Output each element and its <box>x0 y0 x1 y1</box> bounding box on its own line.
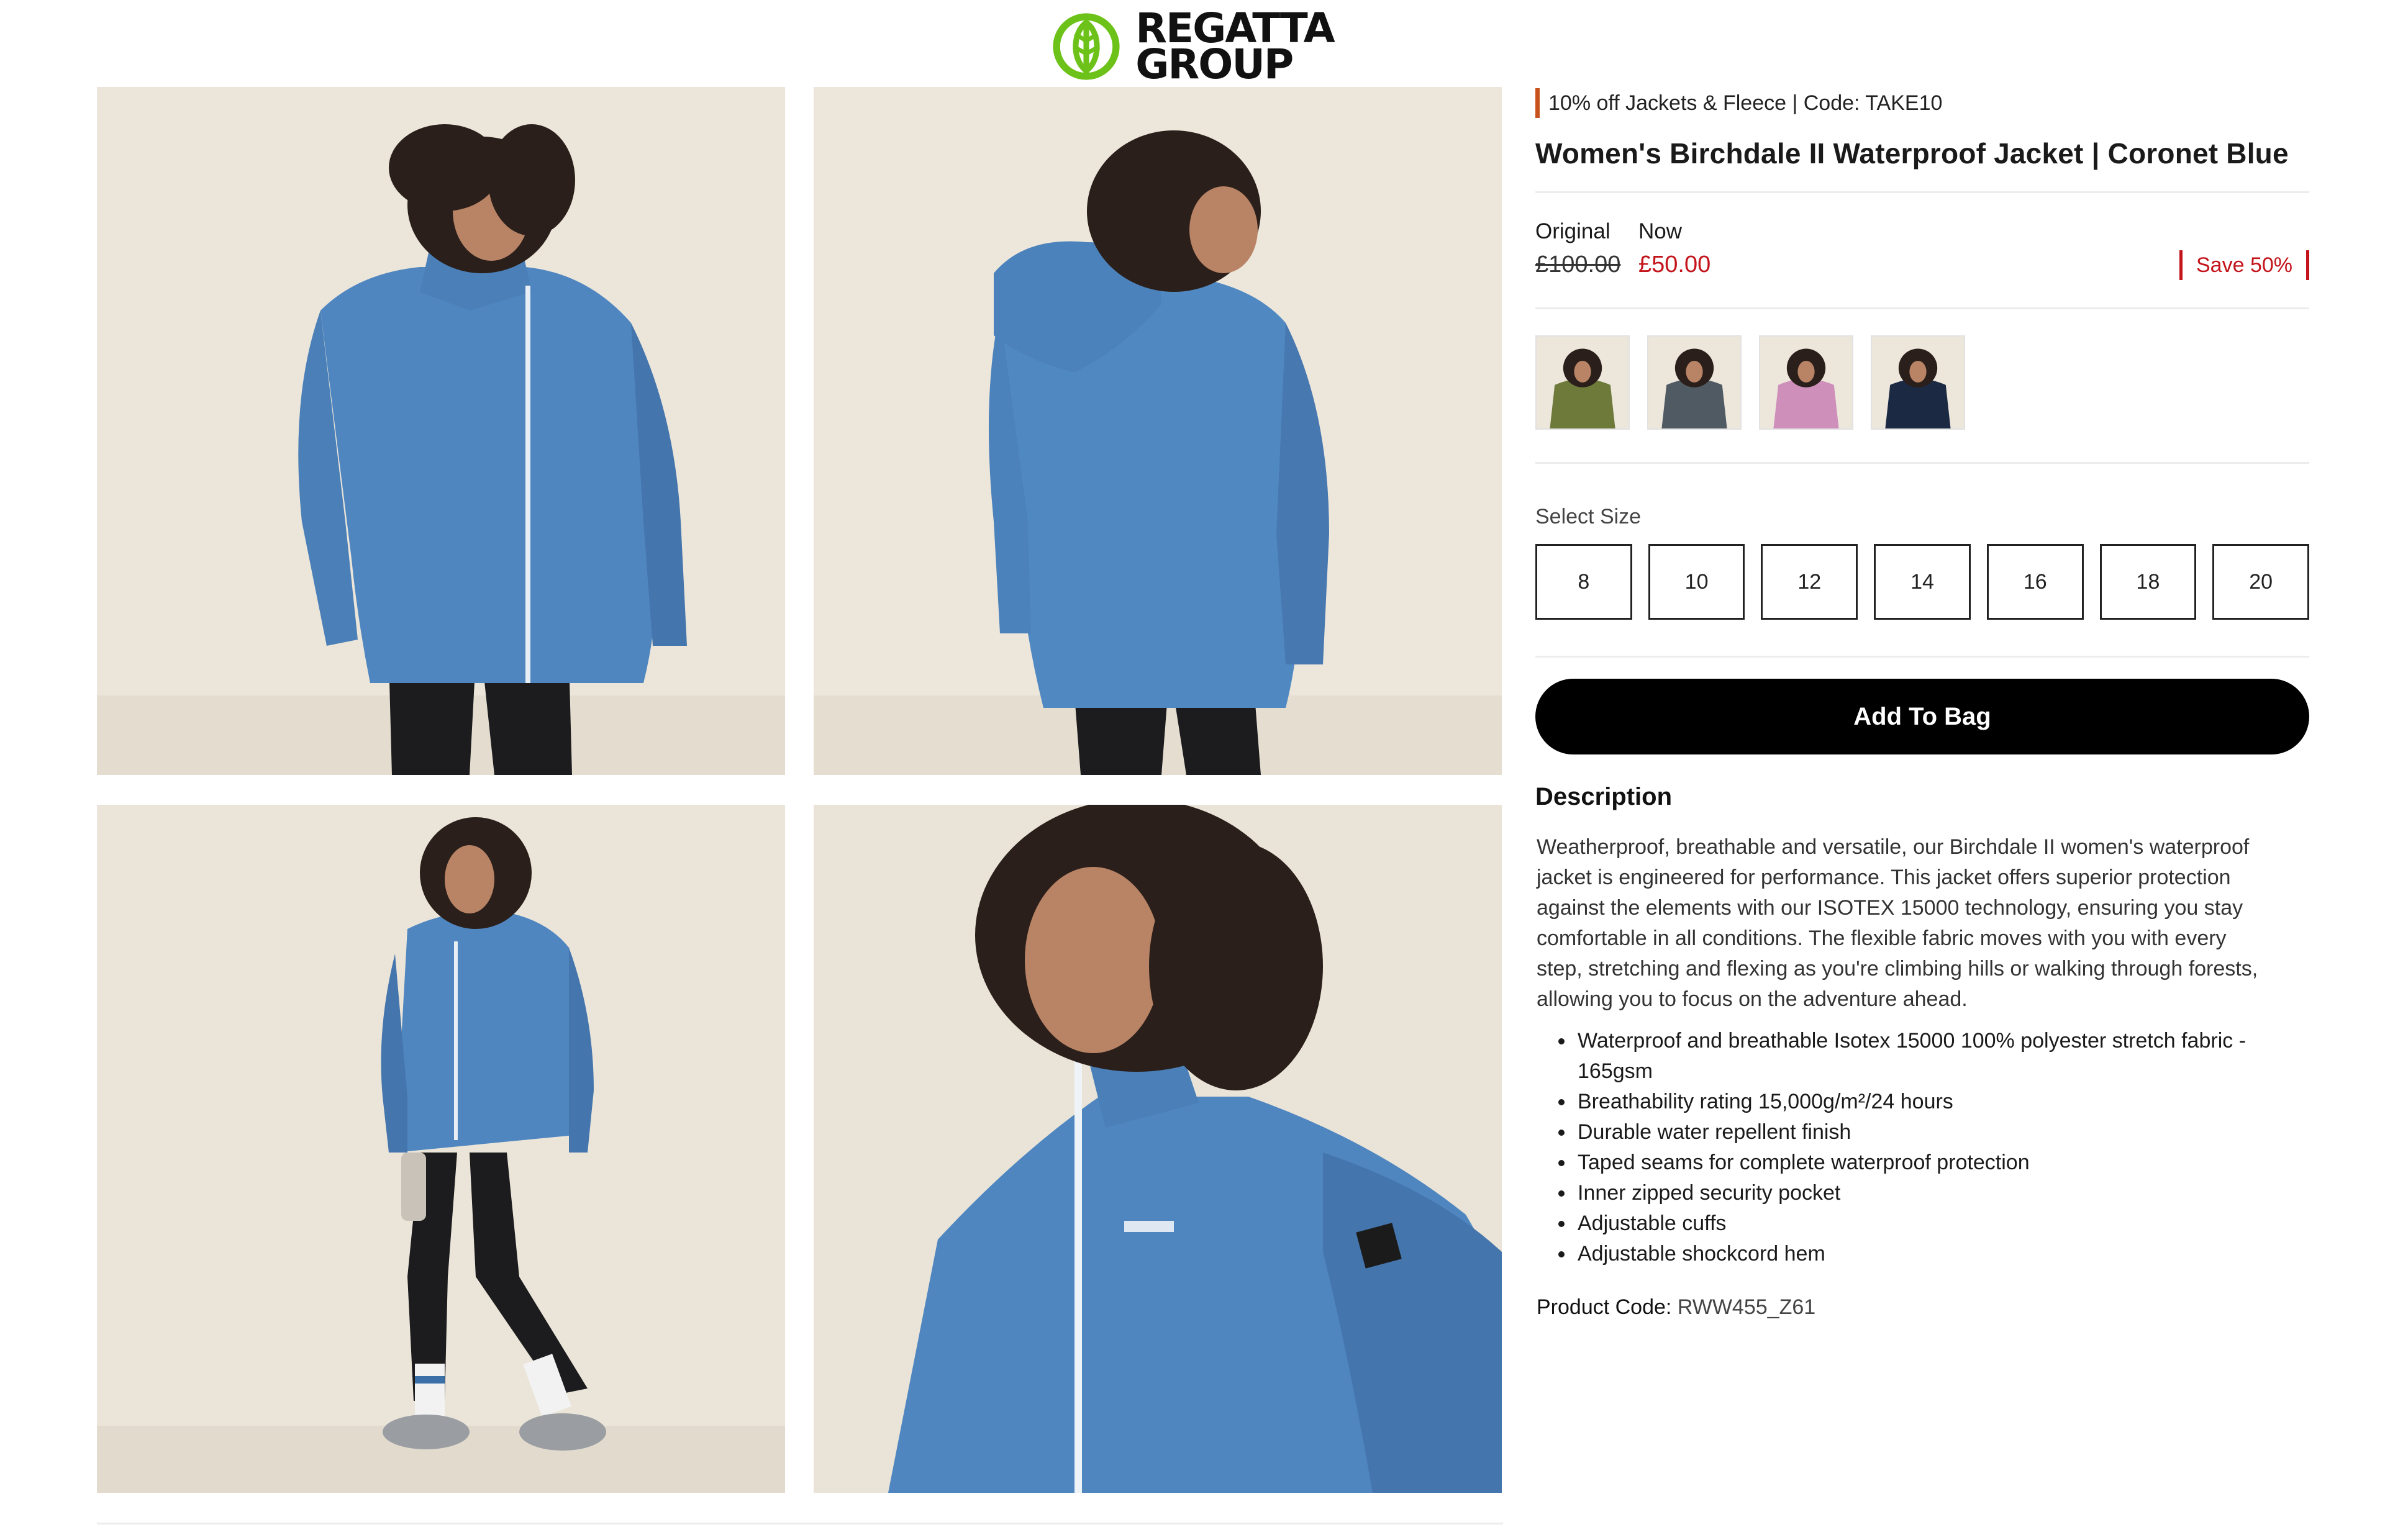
feature-item: Adjustable cuffs <box>1575 1208 2268 1239</box>
select-size-label: Select Size <box>1535 505 1642 528</box>
promo-accent-bar <box>1535 88 1540 118</box>
now-price-block: Now £50.00 <box>1638 219 1710 278</box>
divider <box>1535 462 2309 464</box>
logo-line-2: GROUP <box>1135 40 1294 88</box>
original-price: £100.00 <box>1535 251 1621 278</box>
product-image-collar-detail[interactable] <box>814 805 1502 1493</box>
now-price: £50.00 <box>1638 251 1711 278</box>
product-code-label: Product Code: <box>1537 1295 1672 1319</box>
save-badge: Save 50% <box>2179 250 2309 280</box>
logo-wordmark: REGATTA GROUP <box>1135 8 1335 88</box>
feature-item: Adjustable shockcord hem <box>1575 1239 2268 1269</box>
size-option-16[interactable]: 16 <box>1986 544 2084 620</box>
product-image-full-length[interactable] <box>97 805 785 1493</box>
feature-item: Breathability rating 15,000g/m²/24 hours <box>1575 1087 2268 1117</box>
size-option-8[interactable]: 8 <box>1535 544 1632 620</box>
product-code: Product Code: RWW455_Z61 <box>1535 1295 2309 1320</box>
swatch-pink[interactable] <box>1759 335 1853 430</box>
swatch-navy[interactable] <box>1871 335 1965 430</box>
description-heading: Description <box>1535 783 1673 810</box>
feature-item: Waterproof and breathable Isotex 15000 1… <box>1575 1026 2268 1087</box>
gallery-divider <box>97 1523 1503 1524</box>
product-details-panel: 10% off Jackets & Fleece | Code: TAKE10 … <box>1535 87 2310 1320</box>
divider <box>1535 307 2309 309</box>
regatta-logo[interactable]: REGATTA GROUP <box>1051 8 1335 88</box>
feature-list: Waterproof and breathable Isotex 15000 1… <box>1535 1026 2268 1269</box>
product-code-value: RWW455_Z61 <box>1677 1295 1816 1319</box>
size-option-14[interactable]: 14 <box>1874 544 1971 620</box>
swatch-olive[interactable] <box>1535 335 1630 430</box>
price-section: Original £100.00 Now £50.00 Save 50% <box>1535 193 2309 307</box>
size-option-18[interactable]: 18 <box>2099 544 2197 620</box>
size-selector: 8 10 12 14 16 18 20 <box>1535 544 2310 620</box>
size-option-12[interactable]: 12 <box>1761 544 1858 620</box>
size-option-20[interactable]: 20 <box>2212 544 2310 620</box>
product-image-back[interactable] <box>814 87 1502 775</box>
feature-item: Taped seams for complete waterproof prot… <box>1575 1148 2268 1178</box>
description-text: Weatherproof, breathable and versatile, … <box>1537 835 2258 1011</box>
divider <box>1535 656 2309 658</box>
leaf-globe-icon <box>1053 13 1120 80</box>
product-image-front[interactable] <box>97 87 785 775</box>
feature-item: Durable water repellent finish <box>1575 1117 2268 1148</box>
product-title: Women's Birchdale II Waterproof Jacket |… <box>1535 137 2289 170</box>
swatch-grey[interactable] <box>1647 335 1742 430</box>
original-price-label: Original <box>1535 219 1610 243</box>
now-price-label: Now <box>1638 219 1683 243</box>
promo-text: 10% off Jackets & Fleece | Code: TAKE10 <box>1548 91 1943 115</box>
promo-banner: 10% off Jackets & Fleece | Code: TAKE10 <box>1535 88 2309 118</box>
size-option-10[interactable]: 10 <box>1648 544 1745 620</box>
colour-swatches <box>1535 335 2309 430</box>
original-price-block: Original £100.00 <box>1535 219 1620 278</box>
header: REGATTA GROUP <box>0 0 2385 87</box>
add-to-bag-button[interactable]: Add To Bag <box>1535 679 2309 754</box>
feature-item: Inner zipped security pocket <box>1575 1178 2268 1208</box>
